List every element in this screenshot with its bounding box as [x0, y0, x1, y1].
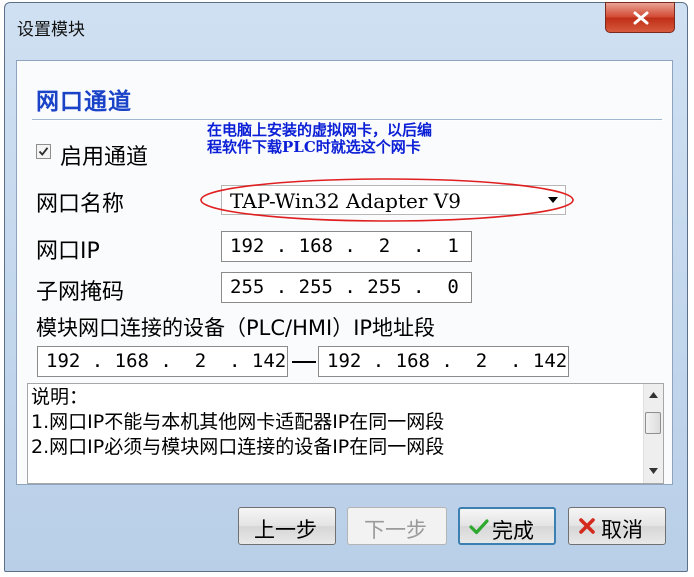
prev-step-label: 上一步 — [254, 518, 317, 542]
annotation-note: 在电脑上安装的虚拟网卡，以后编 程软件下载PLC时就选这个网卡 — [207, 122, 537, 156]
dropdown-arrow-icon — [548, 197, 558, 203]
port-ip-input[interactable]: 192 . 168 . 2 . 1 — [221, 231, 472, 262]
finish-label: 完成 — [492, 519, 534, 543]
port-ip-label: 网口IP — [36, 239, 100, 264]
description-text: 说明： 1.网口IP不能与本机其他网卡适配器IP在同一网段 2.网口IP必须与模… — [31, 385, 444, 460]
annotation-line-2: 程软件下载PLC时就选这个网卡 — [207, 138, 421, 156]
next-step-button[interactable]: 下一步 — [347, 507, 447, 545]
scroll-down-arrow-icon[interactable] — [649, 468, 658, 474]
scroll-up-arrow-icon[interactable] — [649, 392, 658, 398]
red-x-icon — [579, 518, 595, 534]
description-line-3: 2.网口IP必须与模块网口连接的设备IP在同一网段 — [31, 436, 445, 458]
subnet-mask-input[interactable]: 255 . 255 . 255 . 0 — [221, 272, 472, 303]
port-name-value: TAP-Win32 Adapter V9 — [230, 189, 461, 213]
title-bar[interactable]: 设置模块 — [5, 2, 687, 51]
checkmark-icon — [38, 147, 49, 156]
scroll-thumb[interactable] — [645, 412, 661, 434]
range-separator — [292, 361, 316, 363]
annotation-line-1: 在电脑上安装的虚拟网卡，以后编 — [207, 121, 433, 139]
close-icon — [633, 11, 649, 25]
prev-step-button[interactable]: 上一步 — [238, 507, 336, 545]
finish-button[interactable]: 完成 — [458, 507, 556, 545]
port-name-select[interactable]: TAP-Win32 Adapter V9 — [221, 185, 566, 215]
next-step-label: 下一步 — [364, 518, 427, 542]
ip-range-start-input[interactable]: 192 . 168 . 2 . 142 — [37, 346, 288, 377]
settings-panel: 网口通道 启用通道 在电脑上安装的虚拟网卡，以后编 程软件下载PLC时就选这个网… — [16, 60, 673, 485]
enable-channel-label: 启用通道 — [60, 145, 149, 170]
close-button[interactable] — [605, 2, 675, 33]
window-title: 设置模块 — [17, 20, 85, 40]
settings-dialog: 设置模块 网口通道 启用通道 在电脑上安装的虚拟网卡，以后编 程软件下载PLC时… — [4, 2, 688, 572]
ip-range-label: 模块网口连接的设备（PLC/HMI）IP地址段 — [36, 316, 436, 340]
cancel-label: 取消 — [601, 518, 643, 542]
description-memo[interactable]: 说明： 1.网口IP不能与本机其他网卡适配器IP在同一网段 2.网口IP必须与模… — [27, 383, 664, 484]
memo-scrollbar[interactable] — [643, 384, 663, 483]
enable-channel-checkbox[interactable] — [36, 144, 51, 159]
subnet-mask-label: 子网掩码 — [36, 280, 125, 305]
description-line-1: 说明： — [31, 386, 89, 408]
cancel-button[interactable]: 取消 — [568, 507, 666, 545]
description-line-2: 1.网口IP不能与本机其他网卡适配器IP在同一网段 — [31, 411, 445, 433]
green-check-icon — [469, 519, 489, 535]
ip-range-end-input[interactable]: 192 . 168 . 2 . 142 — [318, 346, 569, 377]
port-name-label: 网口名称 — [36, 192, 125, 217]
section-title: 网口通道 — [36, 89, 132, 115]
